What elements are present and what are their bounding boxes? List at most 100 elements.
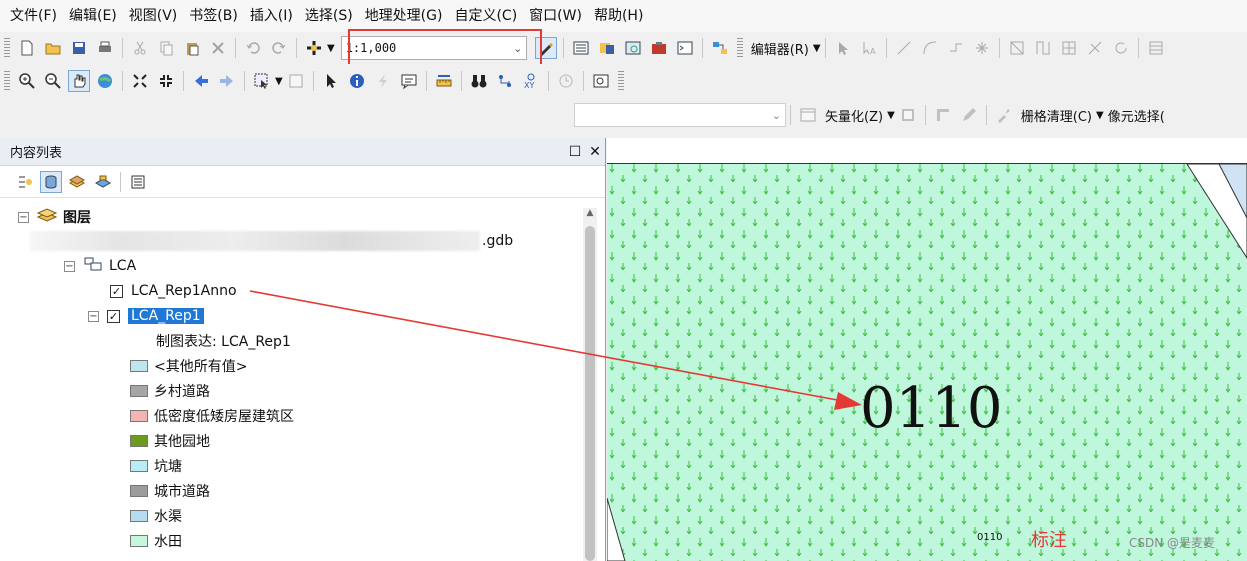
rep-layer-checkbox[interactable]: ✓ bbox=[107, 309, 120, 323]
chevron-down-icon[interactable]: ⌄ bbox=[510, 42, 526, 55]
hyperlink-icon[interactable] bbox=[372, 70, 394, 92]
legend-item[interactable]: 水田 bbox=[130, 530, 182, 552]
list-by-selection-icon[interactable] bbox=[92, 171, 114, 193]
cut-icon[interactable] bbox=[129, 37, 151, 59]
scroll-thumb[interactable] bbox=[585, 226, 595, 561]
raster-layer-icon[interactable] bbox=[897, 104, 919, 126]
raster-snapping-icon[interactable] bbox=[932, 104, 954, 126]
reshape-icon[interactable] bbox=[1032, 37, 1054, 59]
html-popup-icon[interactable] bbox=[398, 70, 420, 92]
vectorize-settings-icon[interactable] bbox=[797, 104, 819, 126]
collapse-icon[interactable]: − bbox=[18, 211, 29, 223]
menu-windows[interactable]: 窗口(W) bbox=[523, 0, 588, 32]
collapse-icon[interactable]: − bbox=[64, 260, 75, 272]
annotation-small[interactable]: 0110 bbox=[977, 532, 1002, 543]
fixed-zoom-out-icon[interactable] bbox=[155, 70, 177, 92]
measure-icon[interactable] bbox=[433, 70, 455, 92]
toc-scrollbar[interactable]: ▲ bbox=[583, 208, 597, 561]
pixel-selection-menu[interactable]: 像元选择( bbox=[1104, 106, 1169, 125]
split-icon[interactable] bbox=[1084, 37, 1106, 59]
options-icon[interactable] bbox=[127, 171, 149, 193]
attributes-icon[interactable] bbox=[1145, 37, 1167, 59]
list-by-source-icon[interactable] bbox=[40, 170, 62, 193]
python-window-icon[interactable] bbox=[674, 37, 696, 59]
toolbar-grip[interactable] bbox=[617, 71, 624, 91]
editor-dropdown-arrow[interactable]: ▼ bbox=[813, 43, 821, 54]
list-by-drawing-order-icon[interactable] bbox=[14, 171, 36, 193]
full-extent-icon[interactable] bbox=[94, 70, 116, 92]
search-window-icon[interactable] bbox=[622, 37, 644, 59]
pan-hand-icon[interactable] bbox=[68, 70, 90, 92]
legend-item[interactable]: 低密度低矮房屋建筑区 bbox=[130, 405, 294, 427]
endpoint-arc-icon[interactable] bbox=[919, 37, 941, 59]
table-of-contents-icon[interactable] bbox=[570, 37, 592, 59]
menu-edit[interactable]: 编辑(E) bbox=[63, 0, 123, 32]
raster-cleanup-icon[interactable] bbox=[993, 104, 1015, 126]
editor-menu[interactable]: 编辑器(R) bbox=[747, 39, 813, 58]
arctoolbox-icon[interactable] bbox=[648, 37, 670, 59]
edit-vertices-icon[interactable] bbox=[1006, 37, 1028, 59]
select-elements-icon[interactable] bbox=[320, 70, 342, 92]
legend-item[interactable]: 水渠 bbox=[130, 505, 182, 527]
legend-item[interactable]: 坑塘 bbox=[130, 455, 182, 477]
gdb-row[interactable]: .gdb bbox=[30, 230, 513, 252]
straight-segment-icon[interactable] bbox=[893, 37, 915, 59]
map-scale-value[interactable]: 1:1,000 bbox=[342, 41, 510, 55]
catalog-icon[interactable] bbox=[596, 37, 618, 59]
legend-item[interactable]: 其他园地 bbox=[130, 430, 210, 452]
rep-layer-row[interactable]: − ✓ LCA_Rep1 bbox=[88, 305, 204, 327]
menu-selection[interactable]: 选择(S) bbox=[299, 0, 359, 32]
fixed-zoom-in-icon[interactable] bbox=[129, 70, 151, 92]
undo-icon[interactable] bbox=[242, 37, 264, 59]
find-route-icon[interactable] bbox=[494, 70, 516, 92]
redo-icon[interactable] bbox=[268, 37, 290, 59]
annotation-large[interactable]: 0110 bbox=[860, 376, 1003, 441]
list-by-visibility-icon[interactable] bbox=[66, 171, 88, 193]
add-data-icon[interactable] bbox=[303, 37, 325, 59]
group-layer-row[interactable]: − LCA bbox=[64, 255, 136, 277]
menu-view[interactable]: 视图(V) bbox=[123, 0, 184, 32]
map-scale-combo[interactable]: 1:1,000 ⌄ bbox=[340, 36, 527, 60]
delete-icon[interactable] bbox=[207, 37, 229, 59]
zoom-out-icon[interactable] bbox=[42, 70, 64, 92]
save-icon[interactable] bbox=[68, 37, 90, 59]
editor-toolbar-icon[interactable] bbox=[534, 37, 557, 59]
close-icon[interactable]: ✕ bbox=[585, 144, 605, 160]
time-slider-icon[interactable] bbox=[555, 70, 577, 92]
copy-icon[interactable] bbox=[155, 37, 177, 59]
toolbar-grip[interactable] bbox=[736, 38, 743, 58]
chevron-down-icon[interactable]: ⌄ bbox=[772, 109, 781, 122]
menu-customize[interactable]: 自定义(C) bbox=[448, 0, 523, 32]
go-to-xy-icon[interactable]: XY bbox=[520, 70, 542, 92]
go-forward-icon[interactable] bbox=[216, 70, 238, 92]
menu-insert[interactable]: 插入(I) bbox=[244, 0, 299, 32]
edit-tool-icon[interactable] bbox=[832, 37, 854, 59]
rotate-icon[interactable] bbox=[1110, 37, 1132, 59]
add-data-dropdown-arrow[interactable]: ▼ bbox=[327, 43, 335, 54]
zoom-in-icon[interactable] bbox=[16, 70, 38, 92]
collapse-icon[interactable]: − bbox=[88, 310, 99, 322]
toolbar-grip[interactable] bbox=[4, 71, 10, 91]
paste-icon[interactable] bbox=[181, 37, 203, 59]
maximize-icon[interactable]: ☐ bbox=[565, 144, 585, 160]
pencil-icon[interactable] bbox=[958, 104, 980, 126]
select-features-icon[interactable] bbox=[251, 70, 273, 92]
legend-item[interactable]: <其他所有值> bbox=[130, 355, 247, 377]
vectorization-menu[interactable]: 矢量化(Z) bbox=[821, 106, 887, 125]
anno-layer-checkbox[interactable]: ✓ bbox=[110, 284, 123, 298]
legend-item[interactable]: 乡村道路 bbox=[130, 380, 210, 402]
menu-geoprocessing[interactable]: 地理处理(G) bbox=[359, 0, 449, 32]
trace-icon[interactable] bbox=[945, 37, 967, 59]
raster-cleanup-menu[interactable]: 栅格清理(C) bbox=[1017, 106, 1096, 125]
anno-layer-row[interactable]: ✓ LCA_Rep1Anno bbox=[110, 280, 237, 302]
point-icon[interactable] bbox=[971, 37, 993, 59]
menu-bookmarks[interactable]: 书签(B) bbox=[183, 0, 244, 32]
open-folder-icon[interactable] bbox=[42, 37, 64, 59]
go-back-icon[interactable] bbox=[190, 70, 212, 92]
scroll-up-arrow-icon[interactable]: ▲ bbox=[583, 208, 597, 222]
edit-annotation-icon[interactable]: A bbox=[858, 37, 880, 59]
identify-icon[interactable] bbox=[346, 70, 368, 92]
create-viewer-window-icon[interactable] bbox=[590, 70, 612, 92]
menu-file[interactable]: 文件(F) bbox=[4, 0, 63, 32]
legend-item[interactable]: 城市道路 bbox=[130, 480, 210, 502]
